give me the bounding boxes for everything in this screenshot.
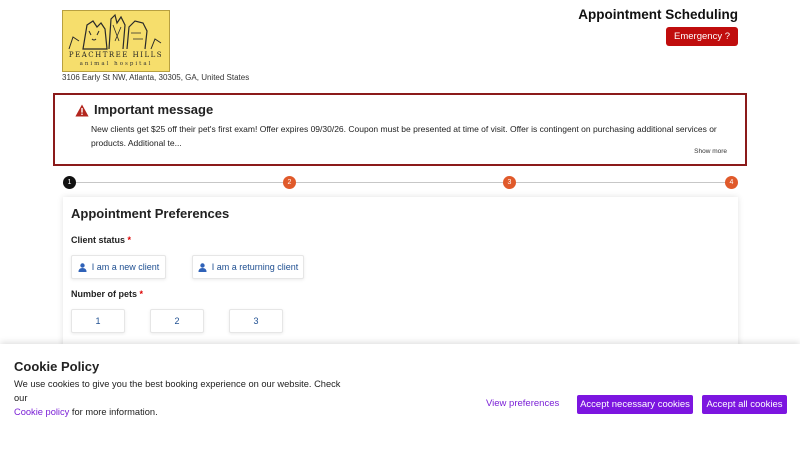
important-message-panel: Important message New clients get $25 of… — [53, 93, 747, 166]
appointment-preferences-card: Appointment Preferences Client status * … — [63, 197, 738, 357]
logo-name-text: PEACHTREE HILLS — [68, 51, 164, 59]
pets-option-3[interactable]: 3 — [229, 309, 283, 333]
cookie-text-after: for more information. — [71, 407, 158, 417]
required-asterisk: * — [139, 289, 144, 299]
new-client-label: I am a new client — [91, 262, 160, 272]
step-4-indicator: 4 — [725, 176, 738, 189]
clinic-address: 3106 Early St NW, Atlanta, 30305, GA, Un… — [62, 73, 250, 82]
hospital-logo[interactable]: PEACHTREE HILLS animal hospital — [62, 10, 170, 72]
new-client-button[interactable]: I am a new client — [71, 255, 166, 279]
step-3-indicator: 3 — [503, 176, 516, 189]
warning-triangle-icon — [75, 104, 89, 117]
accept-necessary-cookies-button[interactable]: Accept necessary cookies — [577, 395, 693, 414]
returning-client-label: I am a returning client — [211, 262, 299, 272]
progress-stepper: 1 2 3 4 — [63, 176, 738, 190]
number-of-pets-label-text: Number of pets — [71, 289, 138, 299]
client-status-label: Client status * — [71, 235, 131, 245]
logo-animal-illustration-icon — [68, 13, 162, 50]
step-2-indicator: 2 — [283, 176, 296, 189]
user-icon — [198, 262, 207, 272]
pets-option-1[interactable]: 1 — [71, 309, 125, 333]
message-title: Important message — [94, 102, 214, 117]
show-more-link[interactable]: Show more — [694, 148, 727, 155]
cookie-policy-link[interactable]: Cookie policy — [14, 407, 69, 417]
client-status-label-text: Client status — [71, 235, 126, 245]
cookie-title: Cookie Policy — [14, 359, 100, 374]
pets-option-2[interactable]: 2 — [150, 309, 204, 333]
cookie-banner: Cookie Policy We use cookies to give you… — [0, 344, 800, 450]
emergency-button[interactable]: Emergency ? — [666, 27, 738, 46]
page-title: Appointment Scheduling — [578, 7, 738, 22]
user-icon — [78, 262, 87, 272]
step-1-indicator: 1 — [63, 176, 76, 189]
number-of-pets-label: Number of pets * — [71, 289, 143, 299]
returning-client-button[interactable]: I am a returning client — [192, 255, 304, 279]
stepper-track — [69, 182, 732, 183]
required-asterisk: * — [127, 235, 132, 245]
cookie-description: We use cookies to give you the best book… — [14, 377, 354, 419]
cookie-text-before: We use cookies to give you the best book… — [14, 379, 341, 403]
logo-subtitle-text: animal hospital — [79, 61, 153, 67]
card-title: Appointment Preferences — [71, 206, 230, 221]
message-body: New clients get $25 off their pet's firs… — [91, 124, 717, 148]
view-preferences-link[interactable]: View preferences — [486, 398, 559, 409]
accept-all-cookies-button[interactable]: Accept all cookies — [702, 395, 787, 414]
